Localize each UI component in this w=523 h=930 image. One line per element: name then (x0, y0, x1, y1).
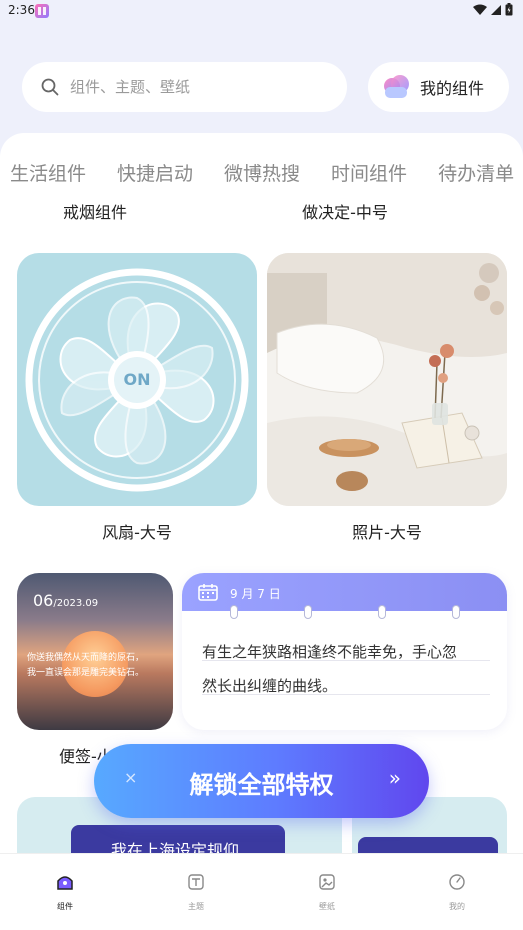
my-widgets-button[interactable]: 我的组件 (368, 62, 509, 112)
my-widgets-label: 我的组件 (420, 79, 485, 98)
sunset-month-year: /2023.09 (53, 598, 99, 609)
profile-icon (449, 874, 465, 890)
shirt-icon (188, 874, 204, 890)
unlock-privileges-button[interactable]: × 解锁全部特权 » (94, 744, 429, 818)
binder-ring (452, 605, 460, 619)
double-chevron-right-icon: » (388, 766, 401, 790)
sunset-date: 06/2023.09 (33, 591, 98, 610)
note-rule-line (202, 694, 490, 695)
nav-item-profile[interactable]: 我的 (432, 872, 482, 913)
wallpaper-icon (319, 874, 335, 890)
note-rule-line (202, 660, 490, 661)
wifi-icon (473, 4, 487, 15)
tab-time[interactable]: 时间组件 (331, 159, 407, 186)
tab-todo[interactable]: 待办清单 (438, 159, 514, 186)
note-text-line: 然长出纠缠的曲线。 (202, 677, 338, 695)
sunset-note-text: 你送我偶然从天而降的原石， 我一直误会那是雕完美钻石。 (27, 651, 171, 681)
partial-widget-banner: 我在上海设定规仰 (71, 825, 285, 853)
card-caption-fan: 风扇-大号 (102, 523, 172, 542)
binder-ring (378, 605, 386, 619)
partial-widget-banner (358, 837, 498, 853)
binder-ring (304, 605, 312, 619)
bedroom-photo (267, 253, 507, 506)
unlock-label: 解锁全部特权 (189, 771, 334, 799)
search-bar[interactable] (22, 62, 347, 112)
widget-cloud-icon (384, 75, 409, 98)
fan-on-label[interactable]: ON (17, 370, 257, 389)
category-tabs: 生活组件 快捷启动 微博热搜 时间组件 待办清单 (0, 159, 523, 186)
nav-item-themes[interactable]: 主题 (171, 872, 221, 913)
note-date: 9 月 7 日 (230, 587, 281, 601)
search-input[interactable] (70, 78, 320, 96)
search-icon (41, 78, 59, 96)
nav-label: 我的 (449, 902, 465, 911)
calendar-note-card[interactable]: 9 月 7 日 有生之年狭路相逢终不能幸免，手心忽 然长出纠缠的曲线。 (182, 573, 507, 730)
nav-item-widgets[interactable]: 组件 (40, 872, 90, 913)
photo-widget-card[interactable] (267, 253, 507, 506)
status-icons (473, 3, 513, 16)
binder-ring (230, 605, 238, 619)
status-bar: 2:36 (0, 0, 523, 22)
fan-widget-card[interactable]: ON (17, 253, 257, 506)
bottom-nav: 组件 主题 壁纸 我的 (0, 853, 523, 930)
app-notification-icon (35, 4, 49, 18)
calendar-icon (198, 584, 218, 601)
sunset-text-line: 你送我偶然从天而降的原石， (27, 653, 145, 663)
card-caption-quit-smoking: 戒烟组件 (62, 203, 127, 222)
note-text-line: 有生之年狭路相逢终不能幸免，手心忽 (202, 643, 458, 661)
status-time: 2:36 (8, 3, 35, 17)
card-caption-photo: 照片-大号 (352, 523, 422, 542)
tab-life[interactable]: 生活组件 (10, 159, 86, 186)
nav-label: 组件 (57, 902, 73, 911)
tab-weibo-hot[interactable]: 微博热搜 (224, 159, 300, 186)
partial-widget-text: 我在上海设定规仰 (111, 841, 240, 853)
note-text: 有生之年狭路相逢终不能幸免，手心忽 然长出纠缠的曲线。 (202, 635, 492, 703)
nav-label: 壁纸 (319, 902, 335, 911)
nav-item-wallpapers[interactable]: 壁纸 (302, 872, 352, 913)
widgets-icon (57, 876, 73, 890)
sunset-day: 06 (33, 591, 54, 610)
sunset-note-card[interactable]: 06/2023.09 你送我偶然从天而降的原石， 我一直误会那是雕完美钻石。 (17, 573, 173, 730)
nav-label: 主题 (188, 902, 204, 911)
signal-icon (491, 4, 501, 15)
battery-icon (505, 3, 513, 16)
card-caption-decision: 做决定-中号 (302, 203, 388, 222)
tab-quick-launch[interactable]: 快捷启动 (117, 159, 193, 186)
sunset-text-line: 我一直误会那是雕完美钻石。 (27, 668, 145, 678)
